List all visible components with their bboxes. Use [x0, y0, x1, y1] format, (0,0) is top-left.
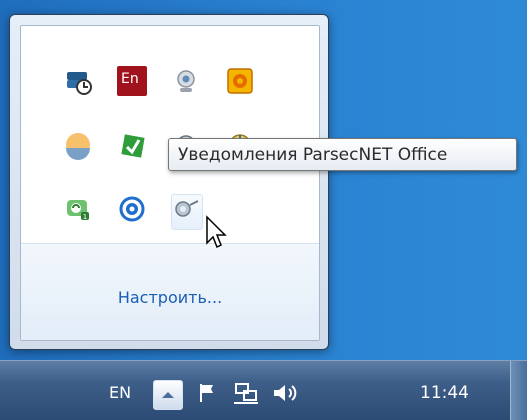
volume-icon[interactable]: [270, 381, 300, 409]
taskbar: EN 11:44: [0, 360, 527, 420]
chevron-up-icon: [162, 392, 174, 398]
action-center-flag-icon[interactable]: [196, 381, 220, 409]
parsec-office-icon[interactable]: [171, 194, 203, 230]
en-app-icon-label: En: [121, 71, 139, 87]
blue-circle-icon[interactable]: [117, 194, 147, 224]
notification-area-overflow: En 1 Настроить...: [9, 14, 329, 350]
office-icon[interactable]: [225, 66, 255, 96]
parsec-tooltip: Уведомления ParsecNET Office: [168, 138, 517, 171]
clock-time[interactable]: 11:44: [420, 383, 469, 403]
green-network-icon[interactable]: [117, 130, 147, 160]
language-indicator[interactable]: EN: [109, 383, 131, 402]
webcam-icon[interactable]: [171, 66, 201, 96]
network-icon[interactable]: [232, 381, 260, 409]
customize-area: Настроить...: [21, 243, 319, 340]
overflow-panel: En 1 Настроить...: [20, 25, 320, 341]
sync-schedule-icon[interactable]: [63, 66, 93, 96]
green-update-icon[interactable]: 1: [63, 194, 93, 224]
show-hidden-icons-button[interactable]: [153, 380, 183, 410]
customize-link[interactable]: Настроить...: [21, 288, 319, 307]
weather-icon[interactable]: [63, 130, 93, 160]
mouse-cursor-icon: [205, 215, 231, 255]
en-app-icon[interactable]: En: [117, 66, 147, 96]
show-desktop-button[interactable]: [510, 361, 527, 420]
svg-text:1: 1: [83, 213, 87, 221]
